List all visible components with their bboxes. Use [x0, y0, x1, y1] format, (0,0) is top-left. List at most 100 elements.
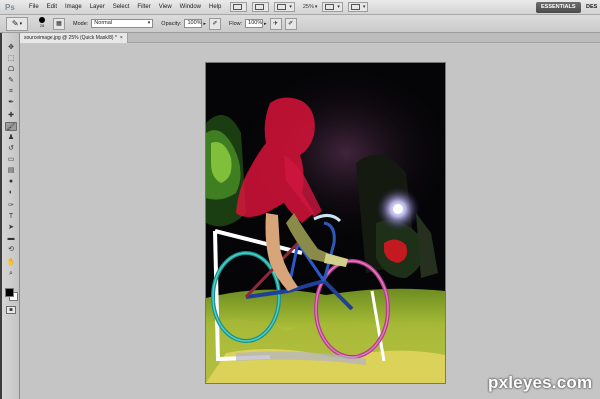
brush-panel-toggle[interactable]: ▦: [53, 17, 65, 30]
crop-icon: ⌗: [9, 88, 13, 95]
pressure-size-button[interactable]: ✐: [284, 17, 297, 30]
quick-select-tool-button[interactable]: ✎: [5, 76, 17, 85]
menu-image[interactable]: Image: [61, 0, 86, 15]
shape-icon: ▬: [7, 235, 15, 242]
crop-tool-button[interactable]: ⌗: [5, 87, 17, 96]
menu-bar: Ps File Edit Image Layer Select Filter V…: [0, 0, 600, 15]
screen-mode-icon: [350, 4, 360, 10]
zoom-level-menu[interactable]: 25%▾: [303, 4, 318, 10]
toolbox: ✥ ⬚ ᗝ ✎ ⌗ ✒ ✚ 🖌 ♟ ↺ ▭ ▤ ● ◐ ✑ T ➤ ▬ ⟲ ✋ ⌕ ◙: [2, 33, 20, 399]
blur-tool-button[interactable]: ●: [5, 177, 17, 186]
lasso-icon: ᗝ: [8, 66, 14, 73]
options-bar: ✎ ▾ 28 ▦ Mode: Normal ▾ Opacity: 100% ▸ ✐ …: [0, 15, 600, 33]
history-brush-icon: ↺: [8, 145, 14, 152]
menu-file[interactable]: File: [25, 0, 43, 15]
zoom-icon: ⌕: [9, 270, 13, 277]
document-tab-title: sourceimage.jpg @ 25% (Quick Mask/8) *: [24, 35, 117, 41]
dodge-icon: ◐: [8, 189, 14, 196]
type-icon: T: [8, 213, 14, 220]
pen-icon: ✑: [8, 202, 14, 209]
marquee-icon: ⬚: [7, 55, 15, 62]
tool-preset-picker[interactable]: ✎ ▾: [6, 16, 28, 31]
opacity-field[interactable]: 100%: [184, 19, 203, 28]
pressure-size-icon: ✐: [288, 20, 294, 27]
chevron-down-icon: ▾: [314, 4, 318, 10]
zoom-tool-button[interactable]: ⌕: [5, 269, 17, 278]
quick-mask-button[interactable]: ◙: [6, 306, 16, 314]
clone-stamp-icon: ♟: [7, 134, 15, 141]
hand-icon: ✋: [6, 259, 16, 266]
dodge-tool-button[interactable]: ◐: [5, 188, 17, 197]
opacity-value: 100%: [187, 20, 202, 26]
marquee-tool-button[interactable]: ⬚: [5, 54, 17, 63]
flow-field[interactable]: 100%: [245, 19, 264, 28]
menu-view[interactable]: View: [155, 0, 176, 15]
brush-size-value: 28: [39, 23, 45, 28]
brush-icon: ✎: [11, 19, 19, 28]
move-icon: ✥: [8, 44, 14, 51]
watermark-text: pxleyes.com: [488, 373, 593, 392]
opacity-label: Opacity:: [161, 20, 182, 27]
path-select-tool-button[interactable]: ➤: [5, 223, 17, 232]
eyedropper-tool-button[interactable]: ✒: [5, 98, 17, 107]
gradient-tool-button[interactable]: ▤: [5, 166, 17, 175]
brush-tool-button[interactable]: 🖌: [5, 122, 17, 131]
pressure-opacity-button[interactable]: ✐: [209, 17, 221, 30]
bridge-icon: [233, 4, 243, 10]
chevron-down-icon: ▾: [362, 4, 366, 10]
document-canvas[interactable]: [206, 63, 445, 383]
flow-slider-toggle[interactable]: ▸: [264, 21, 267, 27]
menu-layer[interactable]: Layer: [86, 0, 109, 15]
shape-tool-button[interactable]: ▬: [5, 234, 17, 243]
menu-filter[interactable]: Filter: [133, 0, 154, 15]
photoshop-logo-icon: Ps: [5, 2, 15, 12]
healing-brush-tool-button[interactable]: ✚: [5, 111, 17, 120]
mini-bridge-button[interactable]: [252, 2, 270, 12]
menu-select[interactable]: Select: [109, 0, 134, 15]
eraser-icon: ▭: [7, 156, 15, 163]
lasso-tool-button[interactable]: ᗝ: [5, 65, 17, 74]
brush-icon: 🖌: [6, 124, 16, 131]
workspace-essentials-button[interactable]: ESSENTIALS: [536, 2, 581, 13]
mode-label: Mode:: [73, 20, 89, 27]
document-tab[interactable]: sourceimage.jpg @ 25% (Quick Mask/8) * ×: [20, 33, 128, 43]
chevron-down-icon: ▾: [337, 4, 340, 10]
menu-edit[interactable]: Edit: [43, 0, 61, 15]
workspace-design-button[interactable]: DES: [586, 2, 597, 13]
mode-select[interactable]: Normal ▾: [91, 19, 154, 28]
type-tool-button[interactable]: T: [5, 212, 17, 221]
eyedropper-icon: ✒: [8, 99, 14, 106]
hand-tool-button[interactable]: ✋: [5, 258, 17, 267]
pen-tool-button[interactable]: ✑: [5, 201, 17, 210]
3d-rotate-tool-button[interactable]: ⟲: [5, 245, 17, 254]
pressure-icon: ✐: [212, 20, 218, 27]
move-tool-button[interactable]: ✥: [5, 43, 17, 52]
airbrush-button[interactable]: ✈: [269, 17, 282, 30]
document-image: [206, 63, 445, 383]
menu-window[interactable]: Window: [176, 0, 205, 15]
eraser-tool-button[interactable]: ▭: [5, 155, 17, 164]
healing-brush-icon: ✚: [8, 112, 14, 119]
close-icon[interactable]: ×: [120, 35, 123, 41]
bridge-button[interactable]: [230, 2, 248, 12]
3d-rotate-icon: ⟲: [8, 246, 14, 253]
path-select-icon: ➤: [8, 224, 14, 231]
history-brush-tool-button[interactable]: ↺: [5, 144, 17, 153]
view-extras-menu[interactable]: ▾: [274, 2, 295, 12]
mini-bridge-icon: [255, 4, 265, 10]
grid-icon: [277, 4, 287, 10]
foreground-color-swatch[interactable]: [5, 288, 14, 297]
arrange-documents-menu[interactable]: ▾: [322, 2, 343, 12]
airbrush-icon: ✈: [273, 20, 279, 27]
quick-select-icon: ✎: [8, 77, 14, 84]
opacity-slider-toggle[interactable]: ▸: [203, 21, 206, 27]
chevron-down-icon: ▾: [289, 4, 292, 10]
brush-preset-picker[interactable]: 28: [34, 16, 50, 31]
clone-stamp-tool-button[interactable]: ♟: [5, 133, 17, 142]
chevron-down-icon: ▾: [147, 20, 151, 26]
menu-help[interactable]: Help: [205, 0, 225, 15]
mode-value: Normal: [94, 20, 113, 26]
zoom-level-value: 25%: [302, 4, 314, 10]
screen-mode-menu[interactable]: ▾: [347, 2, 369, 12]
flow-label: Flow:: [229, 20, 243, 27]
